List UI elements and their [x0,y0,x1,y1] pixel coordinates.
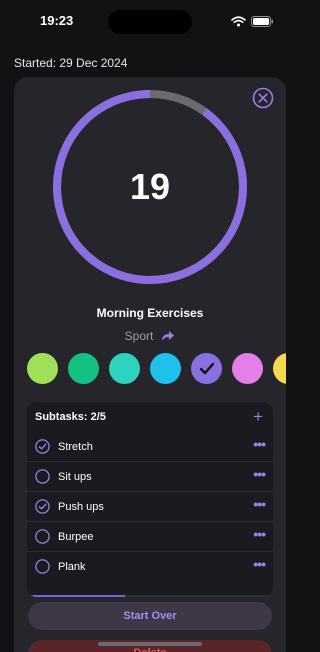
close-button[interactable] [252,87,274,109]
status-icons [231,14,274,32]
subtask-label: Sit ups [58,470,92,483]
subtask-progress-track [27,595,273,597]
color-option[interactable] [68,353,99,384]
subtask-label: Stretch [58,440,93,453]
subtask-label: Burpee [58,530,94,543]
color-option[interactable] [273,353,286,384]
color-option[interactable] [232,353,263,384]
subtask-row[interactable]: Stretch ••• [27,432,273,462]
task-detail-sheet: 19 Morning Exercises Sport Subtasks: 2/5… [14,77,286,652]
color-picker [27,353,286,384]
subtask-row[interactable]: Plank ••• [27,552,273,582]
dynamic-island [108,10,192,34]
subtask-label: Push ups [58,500,104,513]
category-row[interactable]: Sport [14,329,286,343]
more-options-icon[interactable]: ••• [253,556,266,572]
more-options-icon[interactable]: ••• [253,526,266,542]
started-date: Started: 29 Dec 2024 [14,56,128,70]
color-option[interactable] [109,353,140,384]
unchecked-circle-icon[interactable] [35,529,50,544]
subtask-row[interactable]: Sit ups ••• [27,462,273,492]
subtasks-panel: Subtasks: 2/5 + Stretch ••• Sit ups ••• Push… [27,402,273,597]
wifi-icon [231,14,246,32]
timer-value: 19 [129,166,171,207]
status-bar: 19:23 [0,0,300,44]
subtask-progress-fill [27,595,126,597]
start-over-button[interactable]: Start Over [28,602,272,630]
checked-circle-icon[interactable] [35,499,50,514]
share-arrow-icon [162,331,175,341]
unchecked-circle-icon[interactable] [35,469,50,484]
subtask-row[interactable]: Push ups ••• [27,492,273,522]
checked-circle-icon[interactable] [35,439,50,454]
close-icon [252,87,274,109]
more-options-icon[interactable]: ••• [253,436,266,452]
color-option[interactable] [27,353,58,384]
color-option-selected[interactable] [191,353,222,384]
home-indicator [98,642,202,646]
task-title: Morning Exercises [96,306,204,320]
category-label: Sport [124,329,154,343]
subtask-list: Stretch ••• Sit ups ••• Push ups ••• Burpee •••… [27,432,273,582]
subtask-label: Plank [58,561,86,573]
battery-icon [251,14,274,32]
subtasks-header: Subtasks: 2/5 [35,411,106,423]
more-options-icon[interactable]: ••• [253,496,266,512]
checkmark-icon [199,362,214,375]
add-subtask-button[interactable]: + [253,407,263,427]
more-options-icon[interactable]: ••• [253,466,266,482]
subtask-row[interactable]: Burpee ••• [27,522,273,552]
color-option[interactable] [150,353,181,384]
status-time: 19:23 [40,13,74,28]
unchecked-circle-icon[interactable] [35,559,50,574]
